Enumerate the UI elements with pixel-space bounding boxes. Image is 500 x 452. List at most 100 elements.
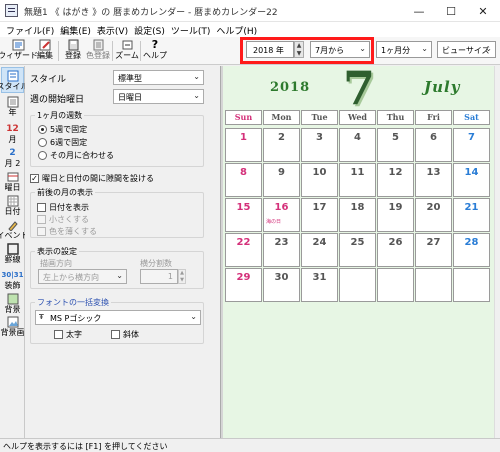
date-cell[interactable]: 5 <box>377 128 414 162</box>
style-icon <box>7 70 19 82</box>
strip-item-month[interactable]: 12 月 <box>1 121 24 147</box>
strip-label: 背景画 <box>0 328 25 337</box>
strip-item-month2[interactable]: 2 月 2 <box>1 145 24 171</box>
date-cell[interactable] <box>453 268 490 302</box>
help-button[interactable]: ? ヘルプ <box>143 38 167 64</box>
date-cell[interactable] <box>415 268 452 302</box>
menu-help[interactable]: ヘルプ(H) <box>214 22 261 37</box>
chevron-down-icon: ⌄ <box>190 312 197 321</box>
strip-item-border[interactable]: 罫線 <box>1 241 24 267</box>
window-title: 無題1 《 はがき 》の 暦まめカレンダー - 暦まめカレンダー22 <box>24 8 278 18</box>
gap-checkbox[interactable]: ✓ <box>30 174 39 183</box>
color-register-label: 色登録 <box>86 51 110 60</box>
date-cell[interactable]: 25 <box>339 233 376 267</box>
show-date-label: 日付を表示 <box>49 203 89 212</box>
strip-item-style[interactable]: スタイル <box>0 67 29 93</box>
date-cell[interactable]: 18 <box>339 198 376 232</box>
date-cell[interactable] <box>339 268 376 302</box>
date-number: 26 <box>388 237 403 248</box>
date-cell[interactable]: 3 <box>301 128 338 162</box>
minimize-button[interactable]: — <box>403 0 435 22</box>
vertical-scrollbar[interactable] <box>494 66 500 438</box>
menu-tools[interactable]: ツール(T) <box>169 22 215 37</box>
menu-file[interactable]: ファイル(F) <box>4 22 58 37</box>
direction-select[interactable]: 左上から横方向 ⌄ <box>38 269 127 284</box>
chevron-down-icon: ⌄ <box>193 91 200 100</box>
date-cell[interactable] <box>377 268 414 302</box>
date-number: 3 <box>316 132 323 143</box>
split-input[interactable]: 1 <box>140 269 178 284</box>
date-cell[interactable]: 12 <box>377 163 414 197</box>
radio-5weeks-label: 5週で固定 <box>50 125 88 134</box>
strip-item-background-image[interactable]: 背景画 <box>0 314 25 340</box>
strip-item-year[interactable]: 年 <box>1 94 24 120</box>
date-cell[interactable]: 30 <box>263 268 300 302</box>
menu-settings[interactable]: 設定(S) <box>132 22 169 37</box>
menu-view[interactable]: 表示(V) <box>95 22 132 37</box>
maximize-button[interactable]: ☐ <box>435 0 467 22</box>
register-label: 登録 <box>65 51 81 60</box>
display-group-title: 表示の設定 <box>35 246 79 257</box>
date-cell[interactable]: 15 <box>225 198 262 232</box>
date-cell[interactable]: 26 <box>377 233 414 267</box>
close-button[interactable]: ✕ <box>467 0 499 22</box>
date-cell[interactable]: 24 <box>301 233 338 267</box>
date-number: 16 <box>274 202 289 213</box>
date-number: 7 <box>468 132 475 143</box>
zoom-button[interactable]: ズーム <box>115 38 139 64</box>
date-cell[interactable]: 31 <box>301 268 338 302</box>
radio-6weeks[interactable] <box>38 138 47 147</box>
small-checkbox[interactable] <box>37 215 46 224</box>
date-cell[interactable]: 9 <box>263 163 300 197</box>
date-cell[interactable]: 2 <box>263 128 300 162</box>
strip-item-date[interactable]: 日付 <box>1 193 24 219</box>
strip-item-decoration[interactable]: 30|31 装飾 <box>1 267 24 293</box>
bold-checkbox[interactable] <box>54 330 63 339</box>
date-number: 2 <box>278 132 285 143</box>
months-count-select[interactable]: 1ヶ月分 ⌄ <box>376 41 432 58</box>
font-select[interactable]: Ŧ MS Pゴシック ⌄ <box>35 310 201 325</box>
date-number: 22 <box>236 237 251 248</box>
date-cell[interactable]: 13 <box>415 163 452 197</box>
date-cell[interactable]: 22 <box>225 233 262 267</box>
wizard-button[interactable]: ウィザード <box>0 38 38 64</box>
date-number: 9 <box>278 167 285 178</box>
strip-item-weekday[interactable]: 曜日 <box>1 169 24 195</box>
date-cell[interactable]: 8 <box>225 163 262 197</box>
date-cell[interactable]: 1 <box>225 128 262 162</box>
date-cell[interactable]: 27 <box>415 233 452 267</box>
date-cell[interactable]: 6 <box>415 128 452 162</box>
week-start-select[interactable]: 日曜日 ⌄ <box>113 89 204 104</box>
view-size-select[interactable]: ビューサイズ ⌄ <box>437 41 496 58</box>
date-cell[interactable]: 16 海の日 <box>263 198 300 232</box>
split-label: 横分割数 <box>140 259 172 268</box>
date-cell[interactable]: 23 <box>263 233 300 267</box>
radio-fit-month[interactable] <box>38 151 47 160</box>
show-date-checkbox[interactable] <box>37 203 46 212</box>
date-cell[interactable]: 7 <box>453 128 490 162</box>
date-cell[interactable]: 19 <box>377 198 414 232</box>
light-color-checkbox[interactable] <box>37 227 46 236</box>
date-cell[interactable]: 21 <box>453 198 490 232</box>
strip-item-event[interactable]: イベント <box>0 217 29 243</box>
register-button[interactable]: 登録 <box>62 38 84 64</box>
italic-checkbox[interactable] <box>111 330 120 339</box>
date-cell[interactable]: 10 <box>301 163 338 197</box>
strip-label: 日付 <box>4 207 21 216</box>
edit-button[interactable]: 編集 <box>34 38 56 64</box>
date-cell[interactable]: 14 <box>453 163 490 197</box>
holiday-note: 海の日 <box>266 219 282 225</box>
date-cell[interactable]: 29 <box>225 268 262 302</box>
radio-5weeks[interactable] <box>38 125 47 134</box>
date-cell[interactable]: 17 <box>301 198 338 232</box>
date-cell[interactable]: 28 <box>453 233 490 267</box>
font-group-title: フォントの一括変換 <box>35 297 111 308</box>
style-select[interactable]: 標準型 ⌄ <box>113 70 204 85</box>
weekday-header: Sat <box>453 110 490 125</box>
color-register-button[interactable]: 色登録 <box>86 38 110 64</box>
menu-edit[interactable]: 編集(E) <box>58 22 95 37</box>
date-cell[interactable]: 4 <box>339 128 376 162</box>
date-cell[interactable]: 11 <box>339 163 376 197</box>
split-spinner[interactable]: ▲ ▼ <box>178 269 186 284</box>
date-cell[interactable]: 20 <box>415 198 452 232</box>
